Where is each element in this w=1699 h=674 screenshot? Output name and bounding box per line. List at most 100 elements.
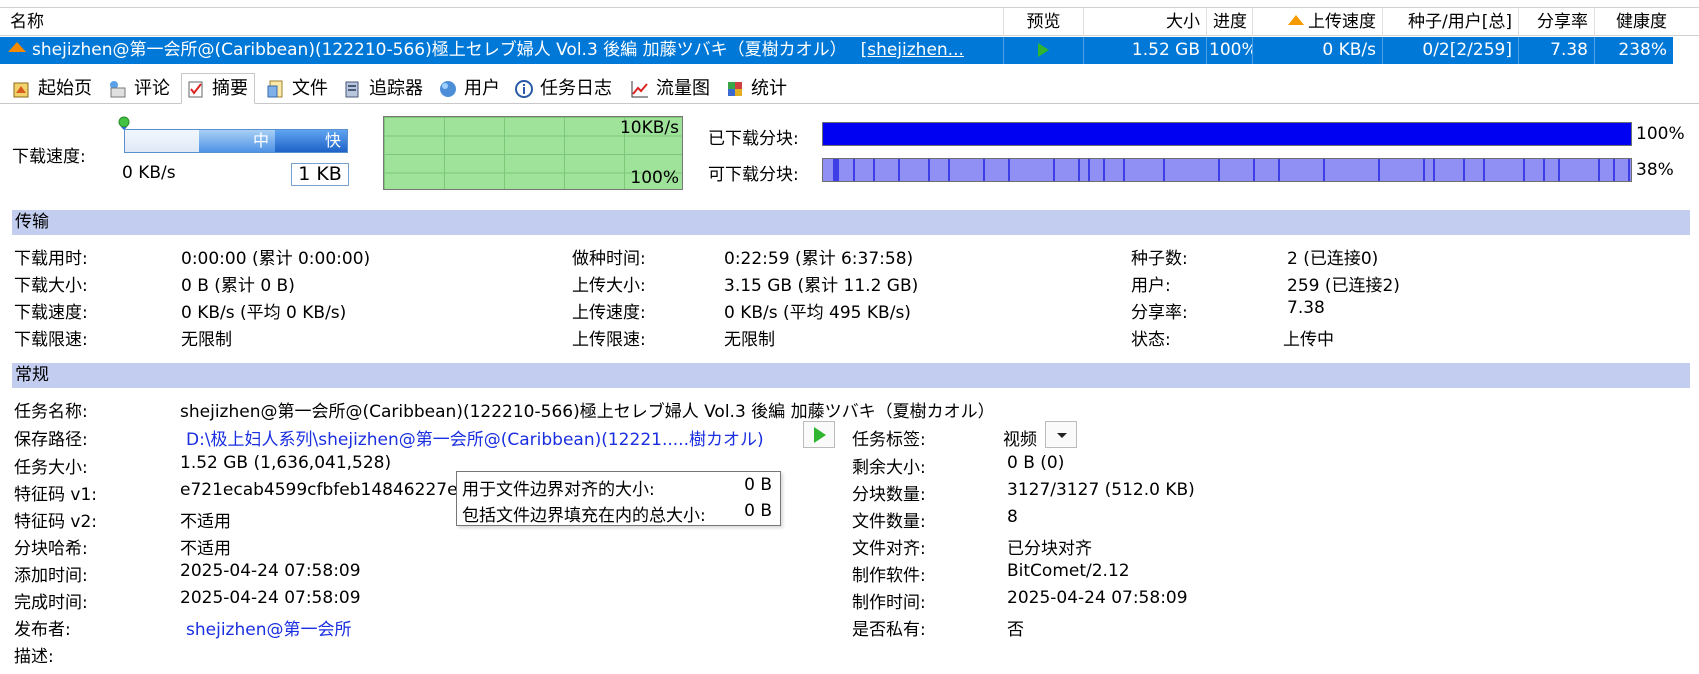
col-header-progress[interactable]: 进度 [1206,8,1252,37]
available-piece-stripe [837,159,839,181]
available-pieces-percent: 38% [1636,160,1674,180]
comment-icon [108,79,128,99]
field-value: 否 [1007,620,1024,640]
speed-limit-input[interactable]: 1 KB [291,163,349,186]
field-key: 文件数量: [852,512,926,532]
tab-traffic-chart[interactable]: 流量图 [626,74,716,103]
col-header-name[interactable]: 名称 [0,8,1003,37]
available-piece-stripe [1078,159,1080,181]
available-piece-stripe [1543,159,1545,181]
available-piece-stripe [1008,159,1010,181]
field-key: 完成时间: [14,593,88,613]
tab-statistics[interactable]: 统计 [721,74,793,103]
download-speed-label: 下载速度: [12,147,86,167]
field-value: 0 B (累计 0 B) [181,276,295,296]
available-piece-stripe [1088,159,1090,181]
field-key: 添加时间: [14,566,88,586]
play-icon[interactable] [1038,43,1049,57]
available-piece-stripe [1218,159,1220,181]
available-piece-stripe [983,159,985,181]
available-piece-stripe [1163,159,1165,181]
tab-task-log-label: 任务日志 [540,78,612,99]
col-header-upload-speed[interactable]: 上传速度 [1252,8,1382,37]
row-preview-cell[interactable] [1003,37,1083,64]
col-header-size[interactable]: 大小 [1083,8,1206,37]
field-value: BitComet/2.12 [1007,561,1130,581]
task-tag-dropdown[interactable] [1045,421,1077,448]
tooltip-key: 包括文件边界填充在内的总大小: [462,506,706,526]
slider-fast-segment: 快 [275,130,347,152]
field-key: 上传大小: [572,276,646,296]
available-piece-stripe [898,159,900,181]
available-piece-stripe [1103,159,1105,181]
available-piece-stripe [1323,159,1325,181]
tab-summary-label: 摘要 [212,78,248,99]
col-header-preview[interactable]: 预览 [1003,8,1083,37]
detail-tab-bar: 起始页 评论 摘要 文件 追踪器 用户 任务日志 流量图 统计 [0,72,1699,104]
field-key: 文件对齐: [852,539,926,559]
field-key: 上传限速: [572,330,646,350]
field-key: 任务大小: [14,458,88,478]
available-piece-stripe [1628,159,1630,181]
tab-trackers[interactable]: 追踪器 [339,74,429,103]
field-key: 特征码 v1: [14,485,98,505]
row-name-link[interactable]: [shejizhen... [861,40,964,60]
tab-comments[interactable]: 评论 [104,74,176,103]
save-path-link[interactable]: D:\极上妇人系列\shejizhen@第一会所@(Caribbean)(122… [186,425,764,450]
task-name-value: shejizhen@第一会所@(Caribbean)(122210-566)極上… [180,402,995,422]
field-value: 已分块对齐 [1007,539,1092,559]
upload-arrow-icon [1288,15,1304,25]
available-piece-stripe [1463,159,1465,181]
col-header-share-ratio[interactable]: 分享率 [1518,8,1594,37]
field-value: 3.15 GB (累计 11.2 GB) [724,276,919,296]
speed-limit-slider[interactable]: 中 快 [124,129,348,153]
col-header-upload-speed-label: 上传速度 [1308,12,1376,32]
available-piece-stripe [873,159,875,181]
available-piece-stripe [1433,159,1435,181]
field-value: 1.52 GB (1,636,041,528) [180,453,392,473]
publisher-link[interactable]: shejizhen@第一会所 [186,615,351,640]
field-key: 上传速度: [572,303,646,323]
available-piece-stripe [1423,159,1425,181]
tab-users[interactable]: 用户 [434,74,506,103]
available-pieces-bar [822,158,1632,182]
table-row[interactable]: shejizhen@第一会所@(Caribbean)(122210-566)極上… [0,37,1673,64]
field-value: 上传中 [1283,330,1334,350]
row-health: 238% [1594,37,1673,64]
tab-task-log[interactable]: 任务日志 [510,74,618,103]
tab-summary[interactable]: 摘要 [181,73,255,104]
row-name-cell[interactable]: shejizhen@第一会所@(Caribbean)(122210-566)極上… [0,37,1003,64]
tooltip-value: 0 B [744,501,772,521]
tab-traffic-chart-label: 流量图 [656,78,710,99]
row-size: 1.52 GB [1083,37,1206,64]
field-value: 不适用 [180,539,231,559]
field-key: 剩余大小: [852,458,926,478]
col-header-progress-label: 进度 [1213,12,1247,32]
description-key: 描述: [14,647,54,667]
field-key: 状态: [1131,330,1171,350]
tracker-icon [343,79,363,99]
col-header-peers[interactable]: 种子/用户[总] [1382,8,1518,37]
tab-home[interactable]: 起始页 [8,74,98,103]
home-page-icon [12,79,32,99]
field-key: 分块数量: [852,485,926,505]
task-tag-key: 任务标签: [852,430,926,450]
available-piece-stripe [1483,159,1485,181]
col-header-health[interactable]: 健康度 [1594,8,1673,37]
task-name-key: 任务名称: [14,402,88,422]
chevron-down-icon [1057,433,1067,438]
field-value: 0 KB/s (平均 0 KB/s) [181,303,347,323]
field-key: 下载大小: [14,276,88,296]
slider-thumb-icon[interactable] [118,116,130,130]
field-value: 无限制 [181,330,232,350]
tab-files[interactable]: 文件 [262,74,334,103]
field-value: e721ecab4599cfbfeb14846227e [180,480,458,500]
available-piece-stripe [1613,159,1615,181]
field-value: 7.38 [1287,298,1325,318]
file-icon [266,79,286,99]
padding-size-tooltip: 用于文件边界对齐的大小: 0 B 包括文件边界填充在内的总大小: 0 B [456,471,781,526]
row-share-ratio: 7.38 [1518,37,1594,64]
task-tag-value: 视频 [1003,430,1037,450]
field-value: 2 (已连接0) [1287,249,1379,269]
open-folder-button[interactable] [803,421,835,448]
